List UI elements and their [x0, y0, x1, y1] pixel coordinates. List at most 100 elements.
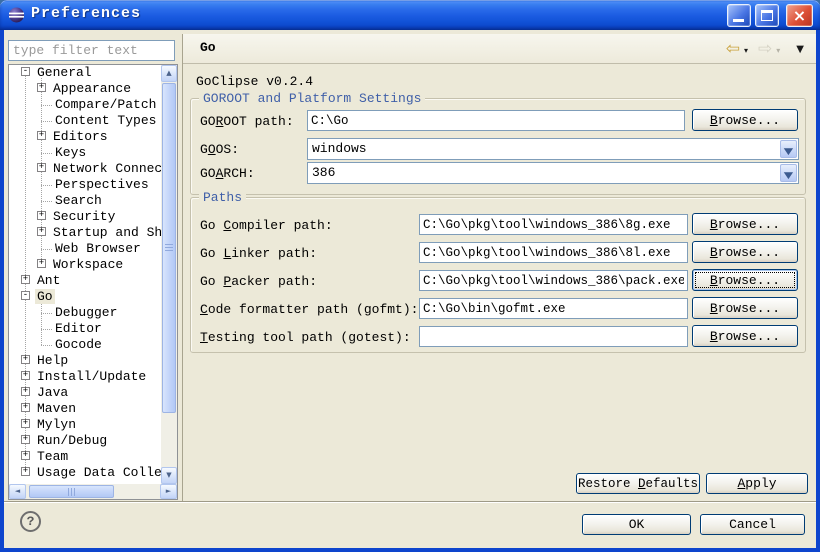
testing-tool-path-input[interactable]	[419, 326, 688, 347]
scroll-down-icon: ▼	[166, 471, 171, 479]
forward-menu-caret-icon: ▾	[776, 46, 780, 55]
collapse-icon[interactable]	[21, 291, 30, 300]
go-compiler-browse-button[interactable]: Browse...	[692, 213, 798, 235]
expand-icon[interactable]	[37, 163, 46, 172]
minimize-button[interactable]	[727, 4, 751, 27]
history-navigation: ⇦ ▾ ⇨ ▾ ▼	[726, 34, 804, 64]
tree-item-perspectives[interactable]: Perspectives	[9, 177, 161, 193]
tree-item-editor[interactable]: Editor	[9, 321, 161, 337]
tree-item-gocode[interactable]: Gocode	[9, 337, 161, 353]
apply-button[interactable]: Apply	[706, 473, 808, 494]
expand-icon[interactable]	[21, 403, 30, 412]
tree-item-compare-patch[interactable]: Compare/Patch	[9, 97, 161, 113]
expand-icon[interactable]	[37, 259, 46, 268]
goarch-dropdown-button[interactable]: ▼	[780, 164, 797, 182]
expand-icon[interactable]	[21, 387, 30, 396]
tree-item-network-connections[interactable]: Network Connect	[9, 161, 161, 177]
expand-icon[interactable]	[21, 435, 30, 444]
tree-item-team[interactable]: Team	[9, 449, 161, 465]
tree-item-run-debug[interactable]: Run/Debug	[9, 433, 161, 449]
go-packer-browse-button[interactable]: Browse...	[692, 269, 798, 291]
goos-select[interactable]: windows ▼	[307, 138, 799, 160]
restore-defaults-button[interactable]: Restore Defaults	[576, 473, 700, 494]
maximize-icon	[761, 10, 773, 21]
ok-button[interactable]: OK	[582, 514, 691, 535]
goos-selected-value: windows	[312, 141, 367, 156]
title-bar[interactable]: Preferences ×	[0, 0, 820, 30]
collapse-icon[interactable]	[21, 67, 30, 76]
expand-icon[interactable]	[21, 275, 30, 284]
code-formatter-path-input[interactable]	[419, 298, 688, 319]
scroll-down-button[interactable]: ▼	[161, 467, 177, 484]
expand-icon[interactable]	[37, 227, 46, 236]
goos-dropdown-button[interactable]: ▼	[780, 140, 797, 158]
expand-icon[interactable]	[21, 371, 30, 380]
expand-icon[interactable]	[37, 211, 46, 220]
forward-icon[interactable]: ⇨	[758, 39, 772, 59]
page-title: Go	[200, 40, 216, 55]
tree-item-maven[interactable]: Maven	[9, 401, 161, 417]
go-compiler-path-label: Go Compiler path:	[200, 218, 333, 233]
go-compiler-path-input[interactable]	[419, 214, 688, 235]
tree-item-keys[interactable]: Keys	[9, 145, 161, 161]
tree-viewport[interactable]: General Appearance Compare/Patch Content…	[9, 65, 161, 484]
view-menu-icon[interactable]: ▼	[796, 44, 804, 55]
tree-item-mylyn[interactable]: Mylyn	[9, 417, 161, 433]
panel-divider	[182, 34, 183, 502]
expand-icon[interactable]	[21, 451, 30, 460]
tree-item-ant[interactable]: Ant	[9, 273, 161, 289]
vertical-scroll-thumb[interactable]	[162, 83, 176, 413]
tree-item-java[interactable]: Java	[9, 385, 161, 401]
scroll-left-button[interactable]: ◄	[9, 484, 26, 499]
tree-item-help[interactable]: Help	[9, 353, 161, 369]
back-icon[interactable]: ⇦	[726, 39, 740, 59]
go-packer-path-input[interactable]	[419, 270, 688, 291]
code-formatter-browse-button[interactable]: Browse...	[692, 297, 798, 319]
tree-item-appearance[interactable]: Appearance	[9, 81, 161, 97]
tree-item-search[interactable]: Search	[9, 193, 161, 209]
expand-icon[interactable]	[37, 131, 46, 140]
eclipse-logo-icon	[8, 7, 25, 23]
dialog-body: General Appearance Compare/Patch Content…	[4, 30, 816, 548]
expand-icon[interactable]	[21, 419, 30, 428]
goarch-selected-value: 386	[312, 165, 335, 180]
tree-vertical-scrollbar[interactable]: ▲ ▼	[161, 65, 177, 484]
tree-item-startup-and-shutdown[interactable]: Startup and Shu	[9, 225, 161, 241]
filter-input[interactable]	[8, 40, 175, 61]
maximize-button[interactable]	[755, 4, 779, 27]
horizontal-scroll-thumb[interactable]	[29, 485, 114, 498]
goroot-path-input[interactable]	[307, 110, 685, 131]
tree-item-content-types[interactable]: Content Types	[9, 113, 161, 129]
go-linker-browse-button[interactable]: Browse...	[692, 241, 798, 263]
chevron-down-icon: ▼	[784, 143, 793, 161]
scroll-right-button[interactable]: ►	[160, 484, 177, 499]
code-formatter-path-label: Code formatter path (gofmt):	[200, 302, 418, 317]
tree-item-usage-data-collector[interactable]: Usage Data Collect	[9, 465, 161, 481]
testing-tool-browse-button[interactable]: Browse...	[692, 325, 798, 347]
version-text: GoClipse v0.2.4	[196, 74, 313, 89]
help-button[interactable]: ?	[20, 511, 41, 532]
preferences-dialog: Preferences × General Appearance Compare…	[0, 0, 820, 552]
page-header: Go ⇦ ▾ ⇨ ▾ ▼	[183, 34, 816, 64]
goarch-select[interactable]: 386 ▼	[307, 162, 799, 184]
expand-icon[interactable]	[21, 467, 30, 476]
tree-item-go[interactable]: Go	[9, 289, 161, 305]
go-linker-path-input[interactable]	[419, 242, 688, 263]
back-menu-caret-icon[interactable]: ▾	[744, 46, 748, 55]
expand-icon[interactable]	[37, 83, 46, 92]
tree-item-security[interactable]: Security	[9, 209, 161, 225]
chevron-down-icon: ▼	[784, 167, 793, 185]
goroot-browse-button[interactable]: Browse...	[692, 109, 798, 131]
go-packer-path-label: Go Packer path:	[200, 274, 317, 289]
tree-item-debugger[interactable]: Debugger	[9, 305, 161, 321]
tree-item-general[interactable]: General	[9, 65, 161, 81]
tree-item-workspace[interactable]: Workspace	[9, 257, 161, 273]
scroll-up-button[interactable]: ▲	[161, 65, 177, 82]
tree-item-web-browser[interactable]: Web Browser	[9, 241, 161, 257]
tree-item-editors[interactable]: Editors	[9, 129, 161, 145]
cancel-button[interactable]: Cancel	[700, 514, 805, 535]
expand-icon[interactable]	[21, 355, 30, 364]
tree-horizontal-scrollbar[interactable]: ◄ ►	[9, 484, 177, 499]
close-button[interactable]: ×	[786, 4, 813, 27]
tree-item-install-update[interactable]: Install/Update	[9, 369, 161, 385]
